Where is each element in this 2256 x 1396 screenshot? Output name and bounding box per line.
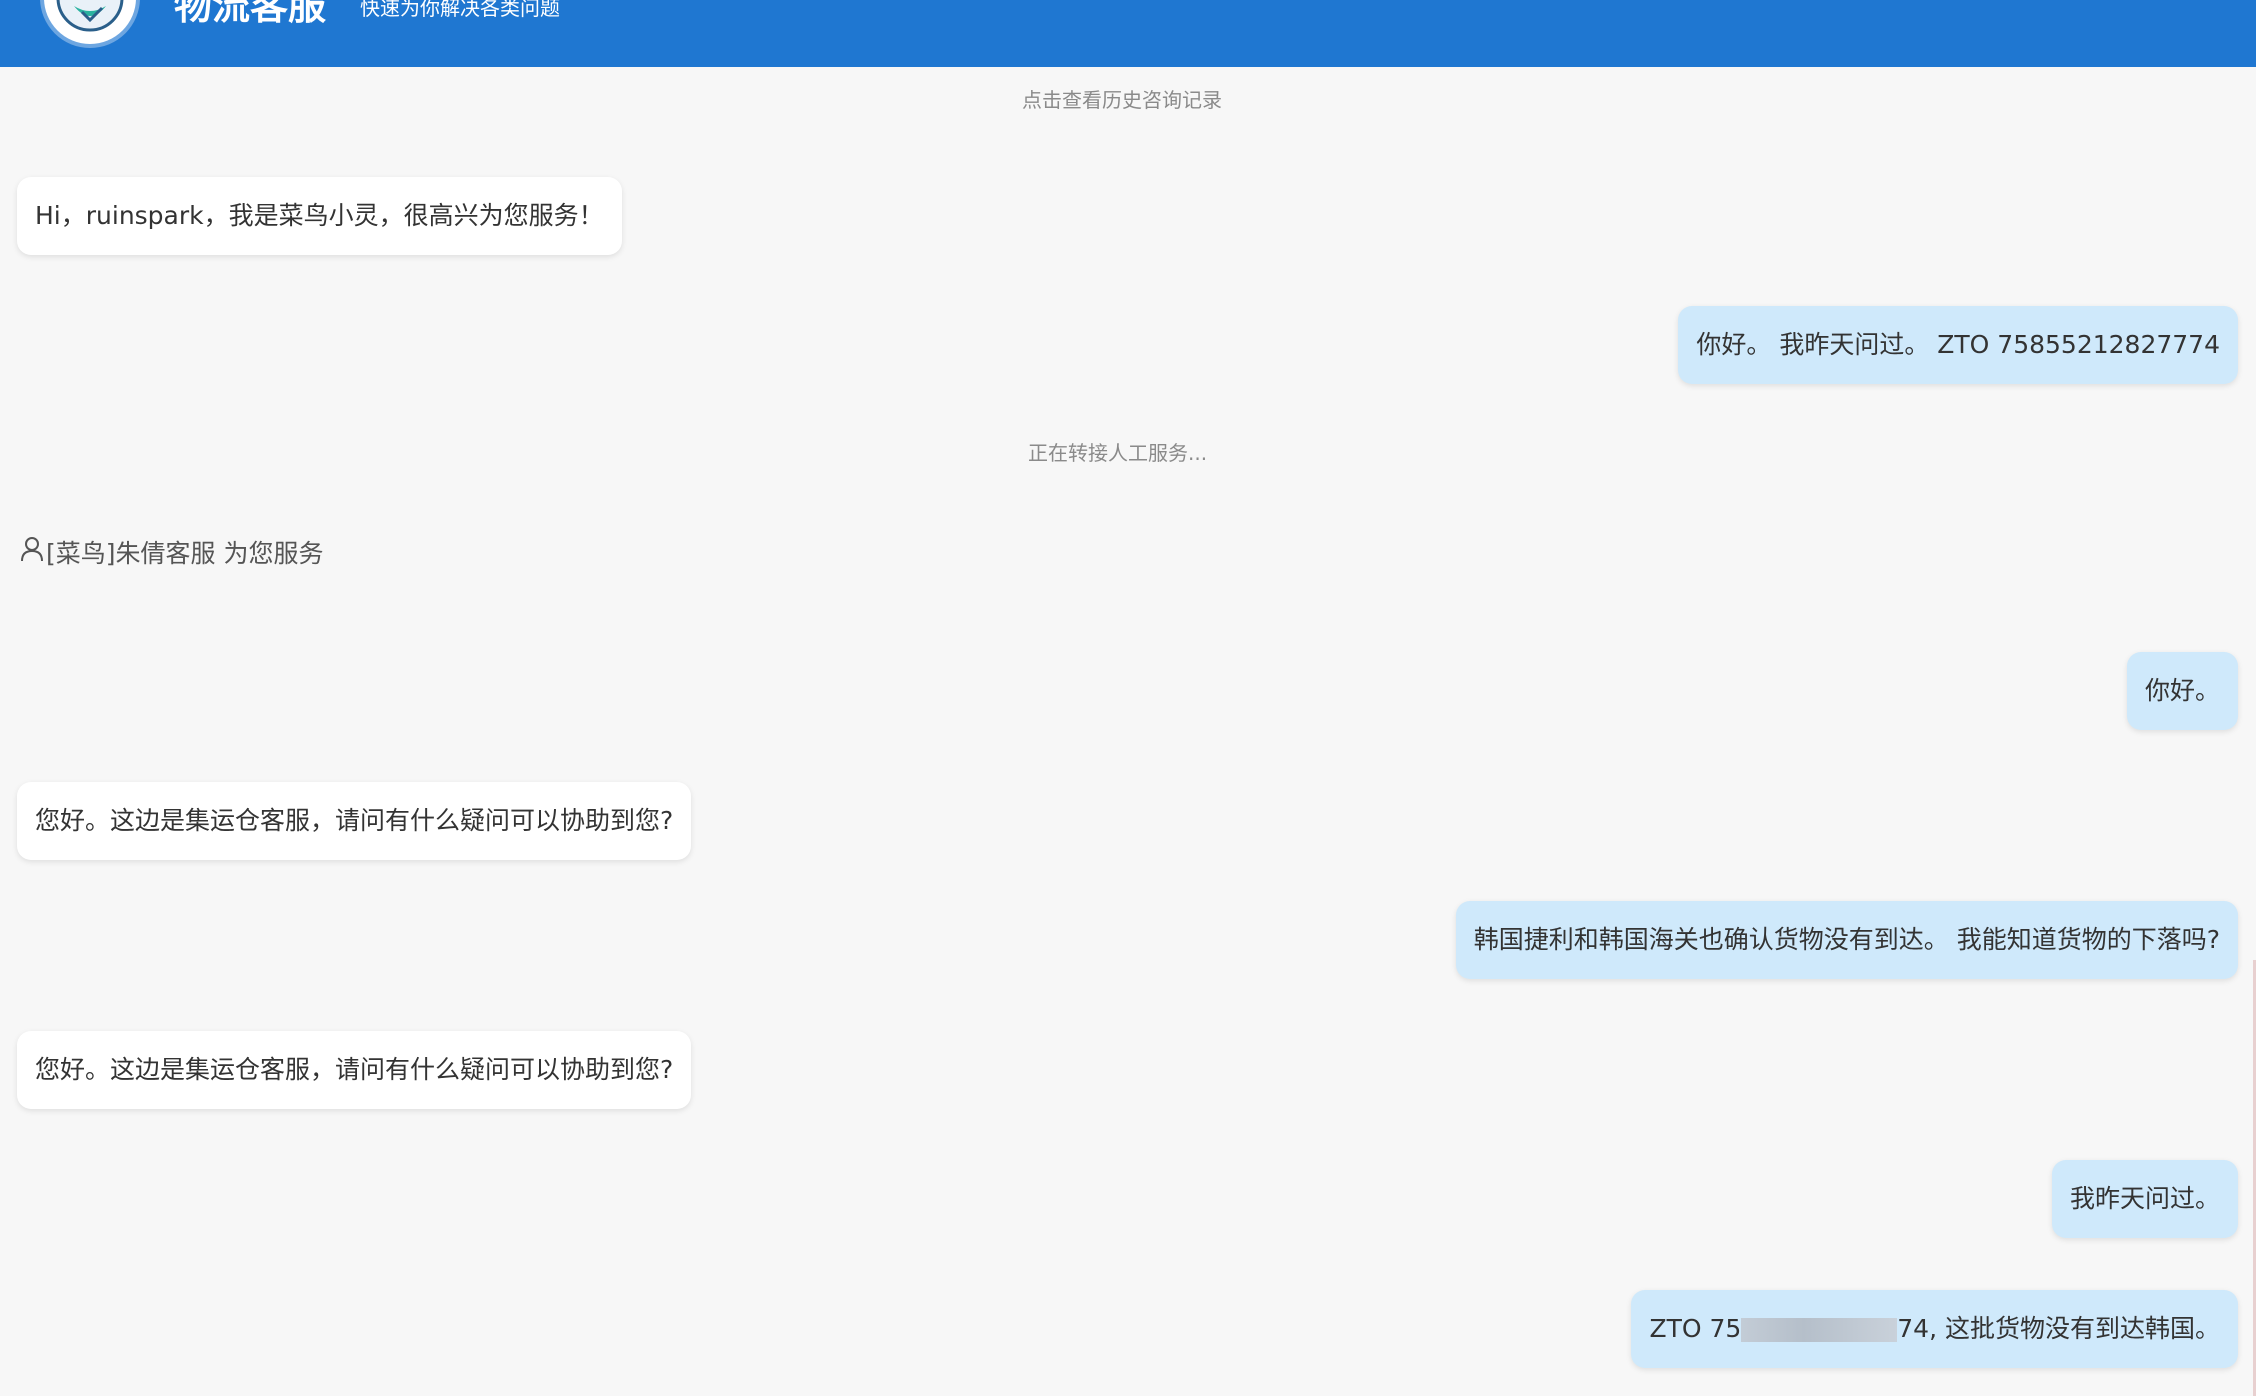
history-link[interactable]: 点击查看历史咨询记录 — [1022, 84, 1222, 113]
redacted-block — [1741, 1318, 1898, 1342]
transfer-notice: 正在转接人工服务... — [1028, 441, 1208, 465]
bot-message: Hi，ruinspark，我是菜鸟小灵，很高兴为您服务！ — [17, 177, 622, 255]
agent-assigned-line: [菜鸟]朱倩客服 为您服务 — [20, 534, 323, 570]
header-bar: 物流客服 快速为你解决各类问题 — [0, 0, 2256, 67]
app-title: 物流客服 — [174, 0, 327, 28]
person-icon — [20, 536, 46, 568]
tracking-prefix: ZTO 75 — [1649, 1314, 1742, 1343]
cainiao-logo-icon — [44, 0, 136, 44]
agent-message: 您好。这边是集运仓客服，请问有什么疑问可以协助到您? — [17, 782, 692, 860]
user-message: ZTO 75 74, 这批货物没有到达韩国。 — [1631, 1290, 2238, 1368]
chat-page: 物流客服 快速为你解决各类问题 点击查看历史咨询记录 Hi，ruinspark，… — [0, 0, 2256, 1396]
agent-assigned-text: [菜鸟]朱倩客服 为您服务 — [46, 539, 324, 568]
user-message: 你好。 — [2126, 652, 2238, 730]
user-message: 你好。 我昨天问过。 ZTO 75855212827774 — [1678, 306, 2238, 384]
app-subtitle: 快速为你解决各类问题 — [360, 0, 560, 20]
agent-message: 您好。这边是集运仓客服，请问有什么疑问可以协助到您? — [17, 1031, 692, 1109]
user-message: 我昨天问过。 — [2051, 1160, 2238, 1238]
tracking-suffix: 74, 这批货物没有到达韩国。 — [1897, 1314, 2220, 1343]
user-message: 韩国捷利和韩国海关也确认货物没有到达。 我能知道货物的下落吗? — [1455, 901, 2238, 979]
